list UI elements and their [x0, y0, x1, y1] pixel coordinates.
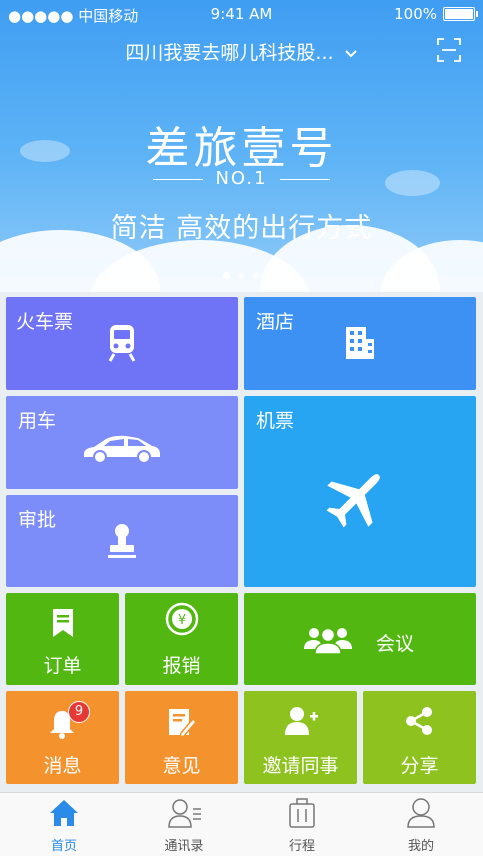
car-icon [84, 435, 160, 464]
tab-profile[interactable]: 我的 [361, 793, 481, 856]
tile-expense[interactable]: ¥ 报销 [125, 593, 238, 685]
tile-order[interactable]: 订单 [6, 593, 119, 685]
carousel-dot[interactable] [238, 272, 245, 279]
carousel-dot[interactable] [223, 272, 230, 279]
building-icon [346, 327, 374, 359]
tile-message[interactable]: 9 消息 [6, 691, 119, 784]
edit-note-icon [169, 709, 197, 739]
tile-approval-label: 审批 [18, 509, 57, 531]
contacts-icon [168, 799, 201, 828]
tab-home-label: 首页 [50, 839, 77, 854]
status-bar: ●●●●● 中国移动 9:41 AM 100% [0, 0, 483, 28]
banner-area: ●●●●● 中国移动 9:41 AM 100% 四川我要去哪儿科技股... 差旅… [0, 0, 483, 292]
group-icon [304, 627, 352, 655]
carousel-indicator[interactable] [0, 264, 483, 283]
tile-share[interactable]: 分享 [363, 691, 476, 784]
tile-expense-label: 报销 [162, 655, 201, 677]
tile-hotel[interactable]: 酒店 [244, 297, 476, 390]
tab-profile-label: 我的 [407, 839, 434, 854]
banner-subtitle: 简洁 高效的出行方式 [110, 213, 373, 244]
svg-text:¥: ¥ [178, 613, 186, 628]
banner-title: 差旅壹号 [145, 123, 338, 174]
tile-meeting-label: 会议 [376, 633, 415, 655]
tile-approval[interactable]: 审批 [6, 495, 238, 587]
message-count-badge: 9 [68, 701, 90, 723]
home-icon [50, 800, 78, 826]
banner-tagline: NO.1 [0, 168, 483, 189]
bottom-tab-bar: 首页 通讯录 行程 我的 [0, 792, 483, 856]
tile-train-label: 火车票 [16, 311, 74, 333]
airplane-icon [326, 474, 380, 528]
company-selector[interactable]: 四川我要去哪儿科技股... [0, 38, 483, 65]
tab-itinerary-label: 行程 [288, 839, 315, 854]
profile-icon [407, 798, 435, 828]
tile-meeting[interactable]: 会议 [244, 593, 476, 685]
tile-invite[interactable]: 邀请同事 [244, 691, 357, 784]
carousel-dot[interactable] [253, 272, 260, 279]
chevron-down-icon [344, 49, 357, 57]
tile-share-label: 分享 [400, 755, 439, 777]
tile-hotel-label: 酒店 [256, 311, 295, 333]
tile-flight[interactable]: 机票 [244, 396, 476, 587]
tile-feedback[interactable]: 意见 [125, 691, 238, 784]
scan-icon[interactable] [437, 38, 461, 62]
share-icon [406, 707, 432, 735]
yuan-coin-icon: ¥ [165, 602, 199, 636]
add-user-icon [285, 707, 318, 735]
tile-train[interactable]: 火车票 [6, 297, 238, 390]
tab-itinerary[interactable]: 行程 [242, 793, 362, 856]
battery-status: 100% [394, 5, 478, 23]
tile-message-label: 消息 [43, 755, 82, 777]
tab-contacts-label: 通讯录 [164, 839, 204, 854]
tile-invite-label: 邀请同事 [262, 755, 339, 777]
tagline-text: NO.1 [215, 168, 268, 189]
battery-percent: 100% [394, 5, 437, 23]
tab-contacts[interactable]: 通讯录 [124, 793, 244, 856]
train-icon [108, 325, 136, 362]
tile-order-label: 订单 [43, 655, 82, 677]
company-name: 四川我要去哪儿科技股... [125, 42, 334, 64]
tile-car-label: 用车 [18, 410, 57, 432]
tile-feedback-label: 意见 [162, 755, 201, 777]
tab-home[interactable]: 首页 [4, 793, 124, 856]
tile-car[interactable]: 用车 [6, 396, 238, 489]
battery-icon [443, 7, 478, 21]
stamp-icon [108, 524, 136, 558]
bookmark-icon [53, 609, 73, 637]
luggage-icon [289, 798, 315, 828]
tile-flight-label: 机票 [256, 410, 295, 432]
